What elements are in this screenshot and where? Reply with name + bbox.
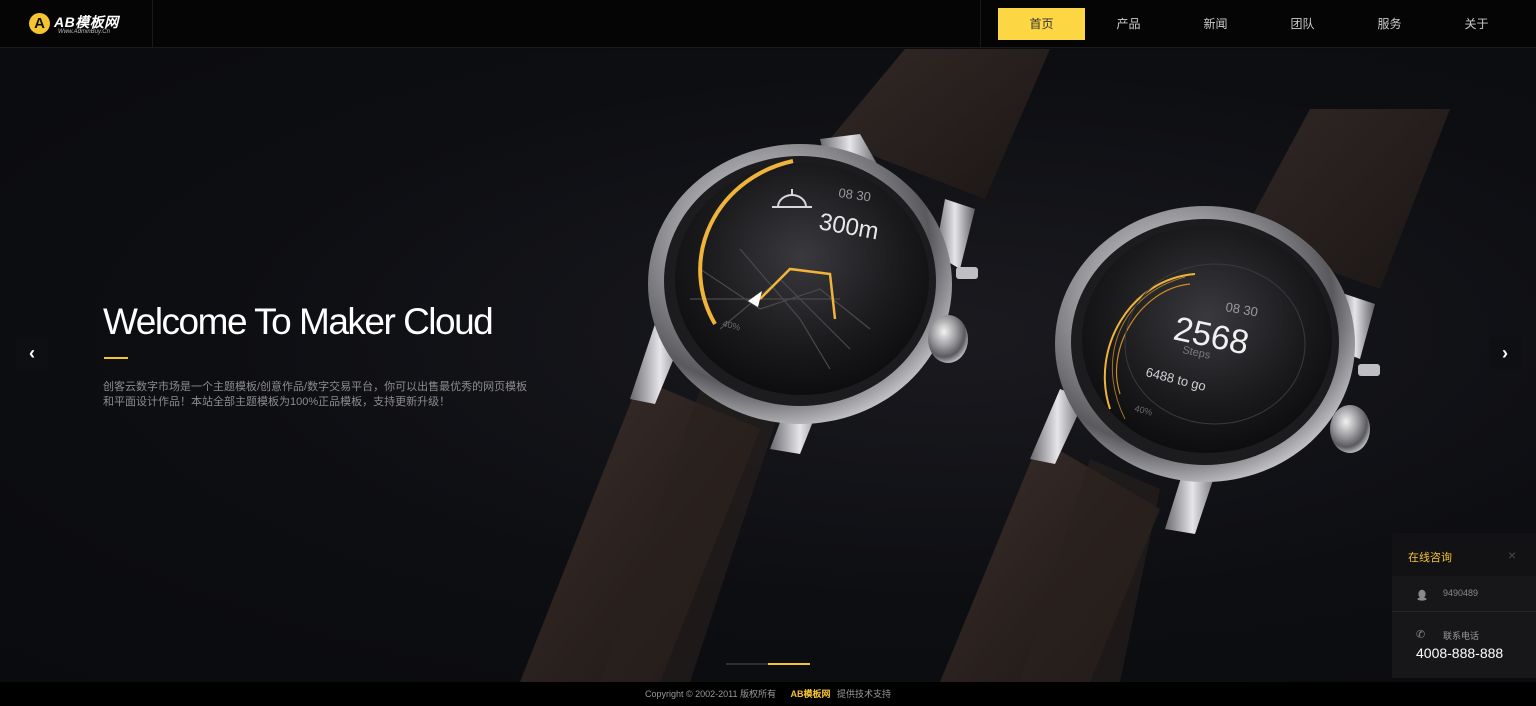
nav-item-news[interactable]: 新闻 [1172,8,1259,40]
footer-support: 提供技术支持 [837,689,892,699]
phone-icon: ✆ [1416,629,1426,641]
chat-header: 在线咨询 × [1392,533,1536,576]
hero-divider [104,357,128,359]
qq-icon [1417,589,1427,601]
slider-dot-1[interactable] [726,663,768,665]
logo-badge-icon [29,13,50,34]
logo[interactable]: AB模板网 Www.AdminBuy.Cn [0,0,153,48]
hero-banner: 08 30 300m 40% 08 30 2568 Steps 6488 to … [0,49,1536,682]
slider-next-button[interactable]: › [1489,337,1521,369]
chevron-left-icon: ‹ [29,343,35,363]
nav-item-services[interactable]: 服务 [1346,8,1433,40]
footer-brand-link[interactable]: AB模板网 [791,689,831,699]
qq-number: 9490489 [1443,588,1479,598]
chat-qq-row[interactable]: 9490489 [1392,576,1536,612]
online-consult-widget: 在线咨询 × 9490489 ✆ 联系电话 4008-888-888 [1392,533,1536,678]
close-icon[interactable]: × [1508,547,1516,563]
hero-title: Welcome To Maker Cloud [103,301,494,342]
slider-dot-2[interactable] [768,663,810,665]
chevron-right-icon: › [1502,343,1508,363]
logo-subtitle: Www.AdminBuy.Cn [58,29,110,35]
page: AB模板网 Www.AdminBuy.Cn 首页 产品 新闻 团队 服务 关于 [0,0,1536,706]
nav-item-products[interactable]: 产品 [1085,8,1172,40]
slider-prev-button[interactable]: ‹ [16,337,48,369]
chat-title: 在线咨询 [1408,552,1452,564]
nav-item-about[interactable]: 关于 [1433,8,1520,40]
nav-item-team[interactable]: 团队 [1259,8,1346,40]
hero-description: 创客云数字市场是一个主题模板/创意作品/数字交易平台，你可以出售最优秀的网页模板… [103,381,528,408]
footer: Copyright © 2002-2011 版权所有 AB模板网 提供技术支持 [0,682,1536,706]
phone-label: 联系电话 [1443,631,1480,641]
hero-watches-image: 08 30 300m 40% 08 30 2568 Steps 6488 to … [520,49,1450,682]
header: AB模板网 Www.AdminBuy.Cn 首页 产品 新闻 团队 服务 关于 [0,0,1536,48]
phone-number[interactable]: 4008-888-888 [1416,645,1503,661]
footer-copyright: Copyright © 2002-2011 版权所有 [644,689,776,699]
main-nav: 首页 产品 新闻 团队 服务 关于 [980,0,1520,48]
slider-pagination [726,663,810,665]
nav-item-home[interactable]: 首页 [998,8,1085,40]
